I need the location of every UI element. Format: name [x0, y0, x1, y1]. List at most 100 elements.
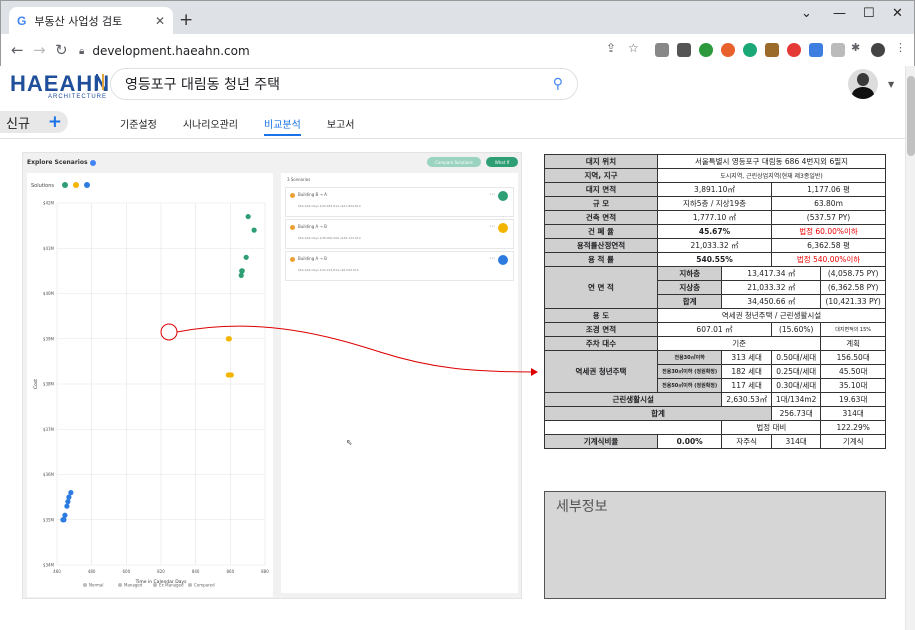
- cell: 규 모: [544, 196, 658, 211]
- cell: 지하층: [656, 266, 723, 281]
- cell: 45.67%: [657, 224, 772, 239]
- cell: 156.50대: [820, 350, 886, 365]
- browser-toolbar: ← → ↻ 🔒︎ development.haeahn.com ⇪ ☆ ✱ ⋮: [1, 34, 914, 67]
- cell: 63.80m: [771, 196, 886, 211]
- cell: 건 폐 율: [544, 224, 658, 239]
- cell: 전용30㎡이하 (정원확정): [656, 364, 723, 379]
- title-bar: G 부동산 사업성 검토 ✕ + ⌄ — ☐ ✕: [1, 1, 914, 34]
- cell: 조경 면적: [544, 322, 658, 337]
- cell: 역세권 청년주택 / 근린생활시설: [657, 308, 886, 323]
- cell: 역세권 청년주택: [544, 350, 658, 393]
- cell: 313 세대: [721, 350, 772, 365]
- maximize-icon[interactable]: ☐: [863, 6, 875, 21]
- menu-icon[interactable]: ⋮: [895, 41, 906, 54]
- puzzle-icon[interactable]: ✱: [851, 41, 860, 54]
- cell: 0.30대/세대: [770, 378, 822, 393]
- new-tab-icon[interactable]: +: [179, 10, 193, 30]
- tab-title: 부동산 사업성 검토: [34, 14, 123, 28]
- cell: 기계식: [820, 434, 886, 449]
- cell: 연 면 적: [544, 266, 658, 309]
- cell: 대지 위치: [544, 154, 658, 169]
- cell: 전용30㎡이하: [656, 350, 723, 365]
- cell: 35.10대: [820, 378, 886, 393]
- project-summary-table: 대지 위치 서울특별시 영등포구 대림동 686 4번지외 6필지 지역, 지구 도…: [543, 154, 886, 449]
- camera-ext-icon[interactable]: [655, 43, 669, 57]
- cell: 용 도: [544, 308, 658, 323]
- cell: 45.50대: [820, 364, 886, 379]
- chevron-down-icon[interactable]: ⌄: [801, 6, 812, 21]
- pocket-ext-icon[interactable]: [677, 43, 691, 57]
- cell: 합계: [656, 294, 723, 309]
- ext-green-icon[interactable]: [699, 43, 713, 57]
- cell: 314대: [770, 434, 822, 449]
- back-icon[interactable]: ←: [11, 41, 24, 59]
- google-icon: G: [17, 13, 27, 28]
- cell: 34,450.66 ㎡: [721, 294, 822, 309]
- cursor-icon: ⇖: [346, 438, 353, 447]
- address-bar[interactable]: 🔒︎ development.haeahn.com: [73, 39, 643, 63]
- cell: 근린생활시설: [543, 392, 723, 407]
- cell: 법정 대비: [721, 420, 822, 435]
- cell: (15.60%): [770, 322, 822, 337]
- cell: 21,033.32 ㎡: [657, 238, 772, 253]
- cell: 6,362.58 평: [771, 238, 886, 253]
- ext-teal-icon[interactable]: [743, 43, 757, 57]
- ext-brown-icon[interactable]: [765, 43, 779, 57]
- cell: 전용50㎡이하 (정원확정): [656, 378, 723, 393]
- cell: 19.63대: [820, 392, 886, 407]
- profile-icon[interactable]: [871, 43, 885, 57]
- url-text: development.haeahn.com: [92, 44, 250, 58]
- reload-icon[interactable]: ↻: [55, 41, 68, 59]
- cell: 법정 60.00%이하: [771, 224, 886, 239]
- lock-icon: 🔒︎: [79, 45, 85, 57]
- cell: 0.50대/세대: [770, 350, 822, 365]
- cell: 기계식비율: [544, 434, 658, 449]
- cell: 21,033.32 ㎡: [721, 280, 822, 295]
- cell: 도시지역, 근린상업지역(현재 제3종일반): [657, 168, 886, 183]
- cell: 1대/134m2: [770, 392, 822, 407]
- cell: 0.25대/세대: [770, 364, 822, 379]
- cell: 주차 대수: [544, 336, 658, 351]
- cell: 117 세대: [721, 378, 772, 393]
- cell: 대지면적의 15%: [820, 322, 886, 337]
- cell: 기준: [656, 336, 822, 351]
- cell: 건축 면적: [544, 210, 658, 225]
- translate-icon[interactable]: [809, 43, 823, 57]
- app-content: HAEAHN ARCHITECTURE 영등포구 대림동 청년 주택 ⚲ ▼ 신…: [0, 66, 905, 630]
- cell: 용 적 률: [544, 252, 658, 267]
- cell: 합계: [544, 406, 772, 421]
- scrollbar[interactable]: [905, 66, 915, 630]
- cell: 314대: [820, 406, 886, 421]
- cell: 용적률산정연적: [544, 238, 658, 253]
- cell: (537.57 PY): [771, 210, 886, 225]
- cell: 지하5층 / 지상19층: [657, 196, 772, 211]
- minimize-icon[interactable]: —: [833, 6, 846, 21]
- cell: 182 세대: [721, 364, 772, 379]
- cell: 540.55%: [657, 252, 772, 267]
- cell: 1,777.10 ㎡: [657, 210, 772, 225]
- cell: 지역, 지구: [544, 168, 658, 183]
- ext-grey-icon[interactable]: [831, 43, 845, 57]
- cell: (6,362.58 PY): [820, 280, 886, 295]
- cell: 자주식: [721, 434, 772, 449]
- cell: 1,177.06 평: [771, 182, 886, 197]
- cell: 서울특별시 영등포구 대림동 686 4번지외 6필지: [657, 154, 886, 169]
- ext-orange-icon[interactable]: [721, 43, 735, 57]
- detail-panel[interactable]: 세부정보: [544, 491, 886, 599]
- detail-label: 세부정보: [556, 499, 608, 515]
- cell: 122.29%: [820, 420, 886, 435]
- cell: 계획: [820, 336, 886, 351]
- cell: 0.00%: [656, 434, 723, 449]
- cell: (4,058.75 PY): [820, 266, 886, 281]
- browser-tab[interactable]: G 부동산 사업성 검토 ✕: [9, 7, 173, 34]
- close-tab-icon[interactable]: ✕: [155, 14, 165, 28]
- close-window-icon[interactable]: ✕: [892, 6, 903, 21]
- cell: [543, 420, 723, 435]
- ext-red-icon[interactable]: [787, 43, 801, 57]
- bookmark-star-icon[interactable]: ☆: [628, 41, 639, 55]
- cell: 대지 면적: [544, 182, 658, 197]
- forward-icon[interactable]: →: [33, 41, 46, 59]
- share-icon[interactable]: ⇪: [606, 41, 616, 55]
- cell: 법정 540.00%이하: [771, 252, 886, 267]
- cell: 13,417.34 ㎡: [721, 266, 822, 281]
